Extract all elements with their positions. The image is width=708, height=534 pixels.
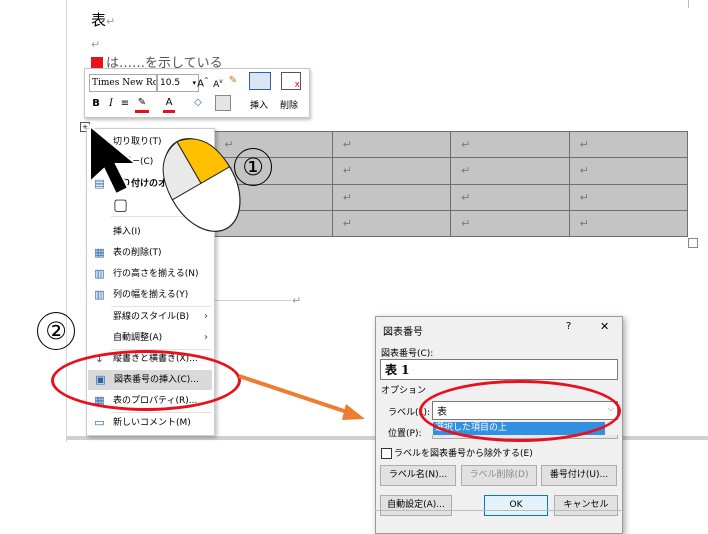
close-icon[interactable]: ✕ [600, 320, 609, 333]
mouse-illustration-icon [162, 138, 241, 232]
row-height-icon: ▥ [94, 267, 105, 280]
context-menu-item[interactable]: ▦ 表の削除(T) [87, 243, 214, 263]
doc-underline [213, 300, 291, 301]
options-label: オプション [381, 386, 427, 396]
table-end-line-mark: ↵ [292, 294, 302, 307]
callout-one: ① [234, 148, 272, 186]
table-cell[interactable]: ↵ [331, 209, 452, 238]
exclude-label-text: ラベルを図表番号から除外する(E) [394, 449, 533, 459]
chevron-right-icon: › [204, 311, 208, 322]
context-menu-item-label: 自動調整(A) [113, 333, 163, 343]
delete-label: 削除 [279, 101, 298, 111]
borders-icon[interactable] [215, 95, 231, 111]
page-right-corner [688, 0, 689, 8]
table-cell[interactable]: ↵ [450, 130, 570, 159]
format-painter-icon[interactable]: ✎ [227, 74, 239, 88]
table-cell[interactable]: ↵ [568, 130, 689, 159]
delete-table-icon[interactable]: x [281, 72, 301, 90]
table-cell[interactable]: ↵ [450, 157, 570, 185]
comment-icon: ▭ [94, 416, 105, 429]
context-menu-item-label: 新しいコメント(M) [113, 418, 191, 428]
context-menu-item[interactable]: ▭ 新しいコメント(M) [87, 413, 214, 433]
bold-button[interactable]: B [90, 97, 102, 111]
delete-label-button[interactable]: ラベル削除(D) [461, 465, 537, 486]
table-cell[interactable]: ↵ [450, 209, 570, 238]
table-delete-icon: ▦ [94, 246, 105, 259]
highlight-color-icon[interactable]: ✎ [135, 96, 149, 113]
doc-line-table-title: 表↵ [91, 11, 116, 29]
callout-two: ② [37, 312, 75, 350]
table-cell[interactable]: ↵ [331, 183, 452, 211]
context-menu-item-label: 列の幅を揃える(Y) [113, 290, 189, 300]
font-color-icon[interactable]: A [163, 96, 175, 113]
shading-icon[interactable]: ◇ [191, 96, 205, 110]
context-menu-item-label: 挿入(I) [113, 227, 141, 237]
position-label: 位置(P): [388, 429, 422, 439]
font-name-box[interactable]: Times New Rc [89, 74, 157, 92]
table-resize-handle[interactable] [688, 238, 698, 248]
table-cell[interactable]: ↵ [568, 209, 689, 238]
help-button[interactable]: ? [566, 321, 571, 332]
context-menu-item[interactable]: 自動調整(A) › [87, 328, 214, 348]
italic-button[interactable]: I [105, 97, 117, 111]
new-label-button[interactable]: ラベル名(N)... [380, 465, 456, 486]
numbering-button[interactable]: 番号付け(U)... [541, 465, 617, 486]
caption-label: 図表番号(C): [381, 349, 434, 359]
highlight-oval-caption-menu [51, 350, 241, 411]
font-size-box[interactable]: 10.5 ▾ [157, 74, 199, 92]
align-center-icon[interactable]: ≡ [119, 97, 131, 111]
context-menu-item[interactable]: 罫線のスタイル(B) › [87, 307, 214, 327]
context-menu-item-label: 表の削除(T) [113, 248, 162, 258]
orange-arrow-icon [238, 374, 365, 420]
context-menu-item-label: 行の高さを揃える(N) [113, 269, 199, 279]
doc-empty-line-mark: ↵ [91, 38, 101, 51]
chevron-right-icon: › [204, 332, 208, 343]
mouse-pointer-icon [89, 123, 139, 196]
context-menu-item-label: 罫線のスタイル(B) [113, 312, 190, 322]
highlight-oval-label-position [419, 380, 621, 442]
table-cell[interactable]: ↵ [331, 157, 452, 185]
table-cell[interactable]: ↵ [568, 183, 689, 211]
doc-table-fragment [375, 510, 621, 533]
grow-font-button[interactable]: A^ [197, 74, 209, 91]
mini-toolbar: Times New Rc 10.5 ▾ A^ Av ✎ x B I ≡ ✎ A ◇… [84, 68, 310, 118]
table-cell[interactable]: ↵ [331, 130, 452, 159]
context-menu-item[interactable]: ▥ 列の幅を揃える(Y) [87, 285, 214, 305]
context-menu-item[interactable]: ▥ 行の高さを揃える(N) [87, 264, 214, 284]
caption-input[interactable]: 表 1 [380, 359, 618, 380]
insert-label: 挿入 [249, 101, 268, 111]
insert-table-icon[interactable] [249, 72, 271, 90]
dialog-title: 図表番号 [383, 327, 423, 338]
shrink-font-button[interactable]: Av [212, 75, 224, 92]
col-width-icon: ▥ [94, 288, 105, 301]
table-cell[interactable]: ↵ [568, 157, 689, 185]
table-cell[interactable]: ↵ [450, 183, 570, 211]
exclude-label-checkbox[interactable] [381, 448, 392, 459]
